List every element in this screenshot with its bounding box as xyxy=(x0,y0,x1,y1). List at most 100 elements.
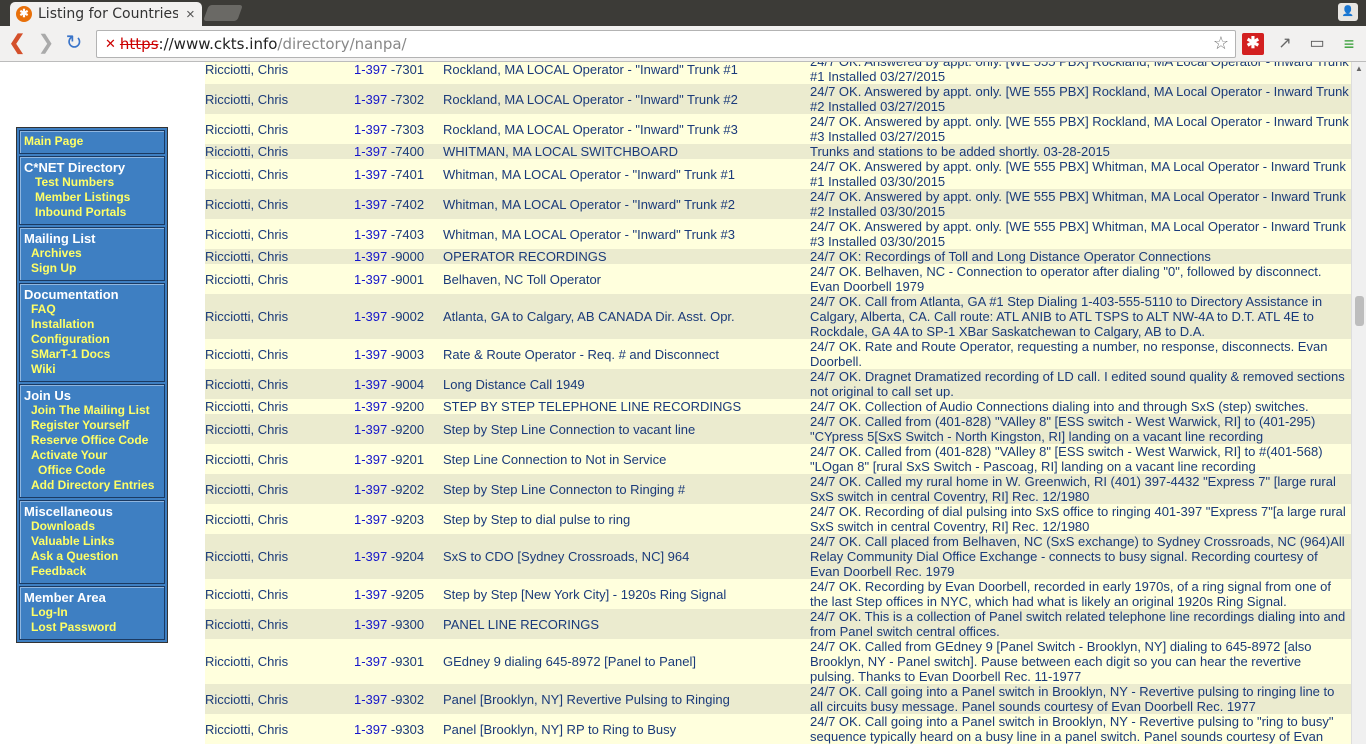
listing-member-name[interactable]: Ricciotti, Chris xyxy=(205,144,354,159)
tab-active[interactable]: ✱ Listing for Countries × xyxy=(10,2,202,26)
listing-member-name[interactable]: Ricciotti, Chris xyxy=(205,452,354,467)
listing-prefix[interactable]: 1-397 xyxy=(354,377,387,392)
listing-number[interactable]: 1-397 -7403 xyxy=(354,227,443,242)
listing-prefix[interactable]: 1-397 xyxy=(354,309,387,324)
listing-number[interactable]: 1-397 -9001 xyxy=(354,272,443,287)
sidebar-link[interactable]: FAQ xyxy=(24,302,160,317)
sidebar-link[interactable]: Feedback xyxy=(24,564,160,579)
listing-member-name[interactable]: Ricciotti, Chris xyxy=(205,377,354,392)
listing-prefix[interactable]: 1-397 xyxy=(354,512,387,527)
listing-prefix[interactable]: 1-397 xyxy=(354,452,387,467)
listing-number[interactable]: 1-397 -9202 xyxy=(354,482,443,497)
listing-prefix[interactable]: 1-397 xyxy=(354,654,387,669)
listing-member-name[interactable]: Ricciotti, Chris xyxy=(205,167,354,182)
forward-arrow-icon[interactable]: ❯ xyxy=(34,32,58,56)
sidebar-link[interactable]: Wiki xyxy=(24,362,160,377)
listing-prefix[interactable]: 1-397 xyxy=(354,197,387,212)
extension-asterisk-icon[interactable]: ✱ xyxy=(1242,33,1264,55)
listing-number[interactable]: 1-397 -7302 xyxy=(354,92,443,107)
listing-number[interactable]: 1-397 -9301 xyxy=(354,654,443,669)
listing-number[interactable]: 1-397 -9303 xyxy=(354,722,443,737)
listing-number[interactable]: 1-397 -9302 xyxy=(354,692,443,707)
user-profile-icon[interactable]: 👤 xyxy=(1338,3,1358,21)
listing-member-name[interactable]: Ricciotti, Chris xyxy=(205,692,354,707)
sidebar-link[interactable]: SMarT-1 Docs xyxy=(24,347,160,362)
sidebar-link[interactable]: Installation xyxy=(24,317,160,332)
listing-prefix[interactable]: 1-397 xyxy=(354,92,387,107)
listing-member-name[interactable]: Ricciotti, Chris xyxy=(205,227,354,242)
listing-member-name[interactable]: Ricciotti, Chris xyxy=(205,549,354,564)
listing-member-name[interactable]: Ricciotti, Chris xyxy=(205,92,354,107)
listing-member-name[interactable]: Ricciotti, Chris xyxy=(205,122,354,137)
listing-member-name[interactable]: Ricciotti, Chris xyxy=(205,347,354,362)
sidebar-link[interactable]: Add Directory Entries xyxy=(24,478,160,493)
sidebar-link[interactable]: Register Yourself xyxy=(24,418,160,433)
sidebar-link[interactable]: Join The Mailing List xyxy=(24,403,160,418)
listing-member-name[interactable]: Ricciotti, Chris xyxy=(205,197,354,212)
sidebar-link[interactable]: Test Numbers xyxy=(24,175,160,190)
sidebar-link-main-page[interactable]: Main Page xyxy=(24,134,160,149)
listing-member-name[interactable]: Ricciotti, Chris xyxy=(205,272,354,287)
listing-prefix[interactable]: 1-397 xyxy=(354,227,387,242)
back-arrow-icon[interactable]: ❮ xyxy=(5,32,29,56)
listing-prefix[interactable]: 1-397 xyxy=(354,249,387,264)
listing-prefix[interactable]: 1-397 xyxy=(354,722,387,737)
scroll-thumb[interactable] xyxy=(1355,296,1364,326)
listing-number[interactable]: 1-397 -9201 xyxy=(354,452,443,467)
sidebar-link[interactable]: Valuable Links xyxy=(24,534,160,549)
listing-number[interactable]: 1-397 -7402 xyxy=(354,197,443,212)
broken-lock-icon[interactable]: ✕ xyxy=(105,36,116,52)
listing-member-name[interactable]: Ricciotti, Chris xyxy=(205,309,354,324)
listing-number[interactable]: 1-397 -7401 xyxy=(354,167,443,182)
page-scrollbar[interactable]: ▲ xyxy=(1351,62,1366,744)
sidebar-link[interactable]: Member Listings xyxy=(24,190,160,205)
listing-prefix[interactable]: 1-397 xyxy=(354,422,387,437)
cast-icon[interactable]: ▭ xyxy=(1306,33,1328,55)
listing-prefix[interactable]: 1-397 xyxy=(354,399,387,414)
sidebar-link[interactable]: Sign Up xyxy=(24,261,160,276)
listing-prefix[interactable]: 1-397 xyxy=(354,62,387,77)
sidebar-link[interactable]: Inbound Portals xyxy=(24,205,160,220)
listing-number[interactable]: 1-397 -9000 xyxy=(354,249,443,264)
sidebar-link[interactable]: Downloads xyxy=(24,519,160,534)
bookmark-star-icon[interactable]: ☆ xyxy=(1213,33,1229,54)
listing-prefix[interactable]: 1-397 xyxy=(354,272,387,287)
sidebar-link[interactable]: Log-In xyxy=(24,605,160,620)
address-bar[interactable]: ✕ https://www.ckts.info/directory/nanpa/… xyxy=(96,30,1236,58)
listing-prefix[interactable]: 1-397 xyxy=(354,587,387,602)
listing-member-name[interactable]: Ricciotti, Chris xyxy=(205,617,354,632)
listing-member-name[interactable]: Ricciotti, Chris xyxy=(205,399,354,414)
listing-member-name[interactable]: Ricciotti, Chris xyxy=(205,654,354,669)
scroll-up-icon[interactable]: ▲ xyxy=(1355,64,1363,73)
listing-number[interactable]: 1-397 -9204 xyxy=(354,549,443,564)
sidebar-link[interactable]: Configuration xyxy=(24,332,160,347)
listing-number[interactable]: 1-397 -7301 xyxy=(354,62,443,77)
menu-hamburger-icon[interactable]: ≡ xyxy=(1338,33,1360,55)
listing-member-name[interactable]: Ricciotti, Chris xyxy=(205,62,354,77)
reload-icon[interactable]: ↻ xyxy=(62,32,86,56)
listing-number[interactable]: 1-397 -9200 xyxy=(354,399,443,414)
listing-member-name[interactable]: Ricciotti, Chris xyxy=(205,512,354,527)
listing-prefix[interactable]: 1-397 xyxy=(354,617,387,632)
listing-member-name[interactable]: Ricciotti, Chris xyxy=(205,587,354,602)
sidebar-link[interactable]: Activate Your xyxy=(24,448,160,463)
listing-member-name[interactable]: Ricciotti, Chris xyxy=(205,482,354,497)
sidebar-link[interactable]: Reserve Office Code xyxy=(24,433,160,448)
listing-prefix[interactable]: 1-397 xyxy=(354,482,387,497)
listing-prefix[interactable]: 1-397 xyxy=(354,692,387,707)
extension-pin-icon[interactable]: ↗ xyxy=(1274,33,1296,55)
tab-close-icon[interactable]: × xyxy=(186,6,195,23)
listing-member-name[interactable]: Ricciotti, Chris xyxy=(205,422,354,437)
listing-prefix[interactable]: 1-397 xyxy=(354,347,387,362)
sidebar-link[interactable]: Lost Password xyxy=(24,620,160,635)
listing-number[interactable]: 1-397 -9200 xyxy=(354,422,443,437)
listing-number[interactable]: 1-397 -7303 xyxy=(354,122,443,137)
listing-member-name[interactable]: Ricciotti, Chris xyxy=(205,249,354,264)
listing-number[interactable]: 1-397 -7400 xyxy=(354,144,443,159)
listing-prefix[interactable]: 1-397 xyxy=(354,144,387,159)
listing-member-name[interactable]: Ricciotti, Chris xyxy=(205,722,354,737)
listing-number[interactable]: 1-397 -9300 xyxy=(354,617,443,632)
listing-number[interactable]: 1-397 -9203 xyxy=(354,512,443,527)
listing-prefix[interactable]: 1-397 xyxy=(354,167,387,182)
listing-number[interactable]: 1-397 -9002 xyxy=(354,309,443,324)
